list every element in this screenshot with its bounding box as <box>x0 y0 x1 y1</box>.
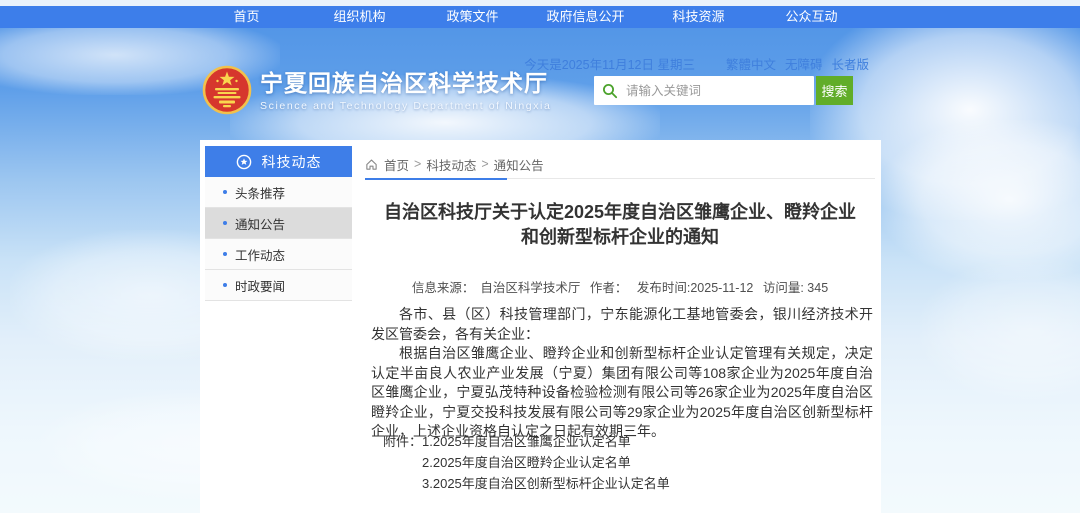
sidebar: 科技动态 头条推荐 通知公告 工作动态 时政要闻 <box>205 146 352 301</box>
bullet-dot-icon <box>223 252 227 256</box>
link-traditional-chinese[interactable]: 繁體中文 <box>726 54 776 73</box>
meta-source-label: 信息来源： <box>412 281 475 295</box>
top-navbar: 首页 组织机构 政策文件 政府信息公开 科技资源 公众互动 <box>0 6 1080 28</box>
attachments-label: 附件： <box>383 431 422 494</box>
nav-item-sci-resources[interactable]: 科技资源 <box>642 6 755 28</box>
attachment-link-3[interactable]: 3.2025年度自治区创新型标杆企业认定名单 <box>422 473 670 494</box>
article-title: 自治区科技厅关于认定2025年度自治区雏鹰企业、瞪羚企业 和创新型标杆企业的通知 <box>365 200 875 250</box>
article-meta: 信息来源： 自治区科学技术厅 作者： 发布时间:2025-11-12 访问量: 3… <box>365 277 875 296</box>
site-logo-link[interactable]: 宁夏回族自治区科学技术厅 Science and Technology Depa… <box>202 64 551 116</box>
search-icon <box>602 83 618 99</box>
bullet-dot-icon <box>223 283 227 287</box>
sidebar-item-notices[interactable]: 通知公告 <box>205 208 352 239</box>
article-body: 各市、县（区）科技管理部门，宁东能源化工基地管委会，银川经济技术开发区管委会，各… <box>371 305 873 442</box>
attachments-block: 附件： 1.2025年度自治区雏鹰企业认定名单 2.2025年度自治区瞪羚企业认… <box>383 431 670 494</box>
search-button[interactable]: 搜索 <box>816 76 853 105</box>
search-bar: 搜索 <box>594 76 853 105</box>
header-utility-row: 今天是2025年11月12日 星期三 繁體中文 无障碍 长者版 <box>524 54 869 73</box>
attachment-link-1[interactable]: 1.2025年度自治区雏鹰企业认定名单 <box>422 431 670 452</box>
bullet-dot-icon <box>223 221 227 225</box>
search-input[interactable] <box>624 78 804 103</box>
nav-item-gov-info[interactable]: 政府信息公开 <box>529 6 642 28</box>
site-subtitle-en: Science and Technology Department of Nin… <box>260 100 551 112</box>
meta-publish-time: 发布时间:2025-11-12 <box>637 281 754 295</box>
breadcrumb-separator: > <box>414 157 421 171</box>
attachment-link-2[interactable]: 2.2025年度自治区瞪羚企业认定名单 <box>422 452 670 473</box>
sidebar-header: 科技动态 <box>205 146 352 177</box>
page: 首页 组织机构 政策文件 政府信息公开 科技资源 公众互动 宁夏回族自治区科学技… <box>0 0 1080 513</box>
sidebar-item-label: 头条推荐 <box>235 183 285 202</box>
meta-source: 自治区科学技术厅 <box>480 281 580 295</box>
breadcrumb-active-underline <box>365 178 507 180</box>
nav-item-public-interaction[interactable]: 公众互动 <box>755 6 868 28</box>
sidebar-item-politics-news[interactable]: 时政要闻 <box>205 270 352 301</box>
breadcrumb-notices[interactable]: 通知公告 <box>494 155 544 174</box>
site-title: 宁夏回族自治区科学技术厅 <box>260 70 551 96</box>
sidebar-item-label: 工作动态 <box>235 245 285 264</box>
nav-item-organization[interactable]: 组织机构 <box>303 6 416 28</box>
main-content: 首页 > 科技动态 > 通知公告 自治区科技厅关于认定2025年度自治区雏鹰企业… <box>365 146 875 507</box>
nav-item-home[interactable]: 首页 <box>190 6 303 28</box>
search-box <box>594 76 814 105</box>
sidebar-list: 头条推荐 通知公告 工作动态 时政要闻 <box>205 177 352 301</box>
article-title-line1: 自治区科技厅关于认定2025年度自治区雏鹰企业、瞪羚企业 <box>365 200 875 225</box>
meta-author-label: 作者： <box>590 281 628 295</box>
article-paragraph: 根据自治区雏鹰企业、瞪羚企业和创新型标杆企业认定管理有关规定，决定认定半亩良人农… <box>371 344 873 442</box>
sidebar-title: 科技动态 <box>262 152 322 172</box>
sidebar-item-headlines[interactable]: 头条推荐 <box>205 177 352 208</box>
breadcrumb-separator: > <box>481 157 488 171</box>
national-emblem-icon <box>202 64 252 116</box>
article-paragraph: 各市、县（区）科技管理部门，宁东能源化工基地管委会，银川经济技术开发区管委会，各… <box>371 305 873 344</box>
today-date-text: 今天是2025年11月12日 星期三 <box>524 54 695 73</box>
home-icon <box>365 158 378 171</box>
meta-views: 访问量: 345 <box>763 281 828 295</box>
breadcrumb-sci-news[interactable]: 科技动态 <box>426 155 476 174</box>
article-title-line2: 和创新型标杆企业的通知 <box>365 225 875 250</box>
attachments-list: 1.2025年度自治区雏鹰企业认定名单 2.2025年度自治区瞪羚企业认定名单 … <box>422 431 670 494</box>
link-accessibility[interactable]: 无障碍 <box>785 54 823 73</box>
circle-star-icon <box>236 154 252 170</box>
content-card: 科技动态 头条推荐 通知公告 工作动态 时政要闻 <box>200 140 881 513</box>
nav-item-policy[interactable]: 政策文件 <box>416 6 529 28</box>
breadcrumb-home[interactable]: 首页 <box>384 155 409 174</box>
sidebar-item-work-news[interactable]: 工作动态 <box>205 239 352 270</box>
link-elder-version[interactable]: 长者版 <box>831 54 869 73</box>
bullet-dot-icon <box>223 190 227 194</box>
sidebar-item-label: 时政要闻 <box>235 276 285 295</box>
breadcrumb: 首页 > 科技动态 > 通知公告 <box>365 150 875 179</box>
sidebar-item-label: 通知公告 <box>235 214 285 233</box>
